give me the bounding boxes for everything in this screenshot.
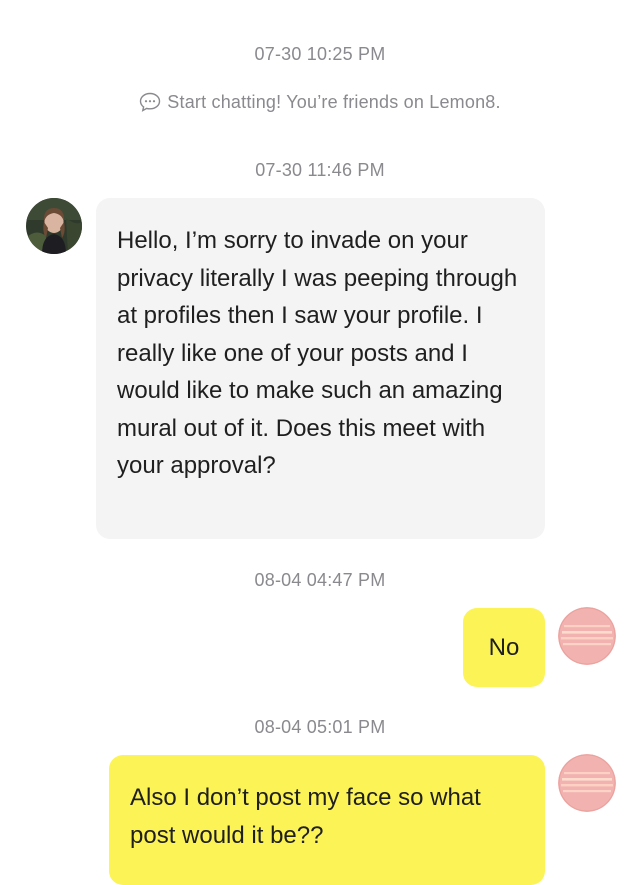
timestamp: 08-04 04:47 PM <box>254 570 386 590</box>
message-bubble-incoming[interactable]: Hello, I’m sorry to invade on your priva… <box>96 198 545 539</box>
system-note-text: Start chatting! You’re friends on Lemon8… <box>167 92 501 112</box>
message-bubble-outgoing[interactable]: Also I don’t post my face so what post w… <box>109 755 545 885</box>
chat-bubble-icon <box>140 92 161 112</box>
my-avatar[interactable] <box>558 607 616 665</box>
system-note: Start chatting! You’re friends on Lemon8… <box>0 92 640 113</box>
my-avatar-image <box>558 607 616 665</box>
message-bubble-outgoing[interactable]: No <box>463 608 545 687</box>
message-text: Also I don’t post my face so what post w… <box>130 784 481 849</box>
my-avatar-image <box>558 754 616 812</box>
message-text: No <box>488 634 520 661</box>
timestamp: 07-30 11:46 PM <box>255 160 385 180</box>
contact-avatar-image <box>26 198 82 254</box>
avatar[interactable] <box>26 198 82 254</box>
timestamp: 07-30 10:25 PM <box>254 44 386 64</box>
timestamp: 08-04 05:01 PM <box>254 717 386 737</box>
message-text: Hello, I’m sorry to invade on your priva… <box>117 227 518 479</box>
my-avatar[interactable] <box>558 754 616 812</box>
